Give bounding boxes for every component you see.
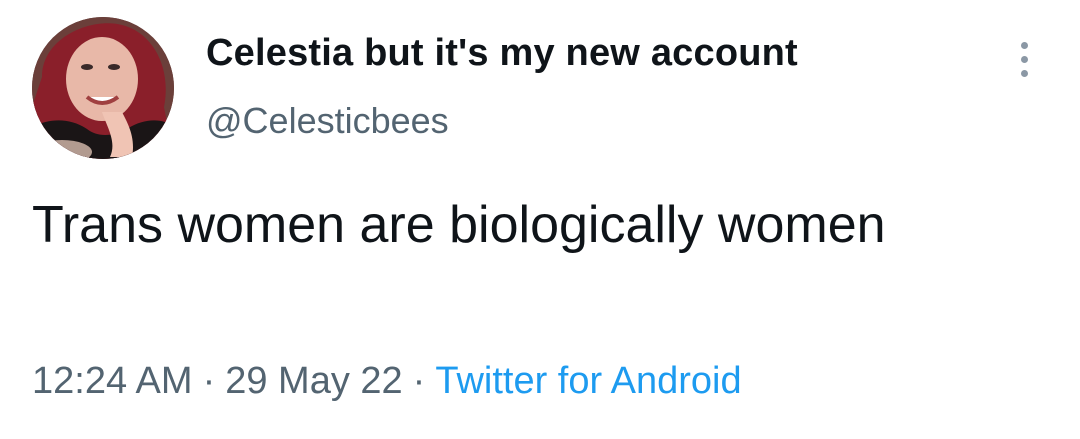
avatar[interactable] — [32, 17, 174, 159]
avatar-image — [32, 17, 174, 159]
more-dot — [1021, 70, 1028, 77]
author-display-name[interactable]: Celestia but it's my new account — [206, 32, 798, 75]
more-dot — [1021, 42, 1028, 49]
tweet-time[interactable]: 12:24 AM — [32, 360, 193, 402]
meta-separator: · — [412, 360, 426, 402]
author-handle[interactable]: @Celesticbees — [206, 100, 449, 142]
tweet-card: Celestia but it's my new account @Celest… — [0, 0, 1080, 439]
tweet-date[interactable]: 29 May 22 — [225, 360, 402, 402]
more-vertical-icon[interactable] — [1010, 38, 1040, 82]
tweet-source-link[interactable]: Twitter for Android — [435, 360, 741, 402]
tweet-text: Trans women are biologically women — [32, 196, 886, 254]
tweet-meta: 12:24 AM · 29 May 22 · Twitter for Android — [32, 360, 742, 403]
meta-separator: · — [202, 360, 216, 402]
more-dot — [1021, 56, 1028, 63]
